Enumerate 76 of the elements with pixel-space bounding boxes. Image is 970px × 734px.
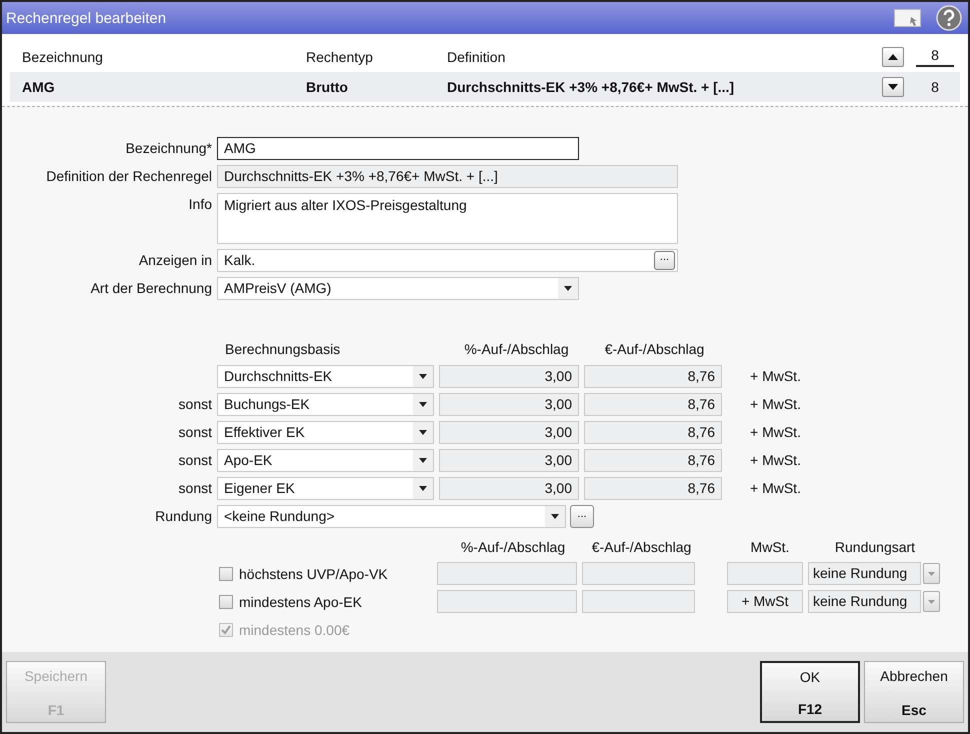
- amount-field[interactable]: 8,76: [584, 449, 722, 472]
- scroll-up-button[interactable]: [882, 47, 904, 67]
- vat-field[interactable]: [727, 562, 803, 585]
- definition-field: Durchschnitts-EK +3% +8,76€+ MwSt. + [...]: [217, 165, 678, 188]
- checkbox-label: mindestens Apo-EK: [239, 594, 363, 610]
- percent-field[interactable]: [437, 590, 577, 613]
- percent-field[interactable]: [437, 562, 577, 585]
- checkbox[interactable]: [219, 594, 233, 608]
- calculation-type-dropdown[interactable]: AMPreisV (AMG): [217, 277, 579, 300]
- percent-field[interactable]: 3,00: [439, 421, 579, 444]
- vat-label: + MwSt.: [750, 423, 801, 442]
- info-field[interactable]: Migriert aus alter IXOS-Preisgestaltung: [217, 193, 678, 244]
- browse-button[interactable]: ...: [654, 251, 675, 270]
- checkbox[interactable]: [219, 566, 233, 580]
- otherwise-label: sonst: [178, 480, 212, 496]
- column-header: €-Auf-/Abschlag: [592, 539, 692, 555]
- help-icon[interactable]: [936, 5, 962, 31]
- column-header: %-Auf-/Abschlag: [460, 539, 566, 555]
- up-arrow-icon: [888, 54, 898, 60]
- vat-label: + MwSt.: [750, 479, 801, 498]
- down-arrow-icon: [888, 84, 898, 90]
- name-field[interactable]: AMG: [217, 137, 579, 160]
- column-header: %-Auf-/Abschlag: [464, 341, 569, 357]
- field-label: Art der Berechnung: [90, 280, 212, 296]
- amount-field[interactable]: [582, 590, 695, 613]
- vat-label: + MwSt.: [750, 451, 801, 470]
- vat-label: + MwSt.: [750, 395, 801, 414]
- basis-dropdown[interactable]: Durchschnitts-EK: [217, 365, 434, 388]
- table-cell: Brutto: [306, 79, 348, 95]
- field-label: Info: [188, 196, 212, 212]
- amount-field[interactable]: [582, 562, 695, 585]
- amount-field[interactable]: 8,76: [584, 365, 722, 388]
- amount-field[interactable]: 8,76: [584, 477, 722, 500]
- percent-field[interactable]: 3,00: [439, 365, 579, 388]
- footer-button[interactable]: OK F12: [760, 661, 860, 723]
- rounding-type-dropdown[interactable]: keine Rundung: [808, 590, 921, 613]
- table-cell: Durchschnitts-EK +3% +8,76€+ MwSt. + [...]: [447, 79, 734, 95]
- percent-field[interactable]: 3,00: [439, 393, 579, 416]
- column-header: Berechnungsbasis: [225, 341, 340, 357]
- browse-button[interactable]: ...: [570, 505, 594, 528]
- otherwise-label: sonst: [178, 396, 212, 412]
- count-label: 8: [916, 47, 954, 67]
- footer-button[interactable]: Abbrechen Esc: [864, 661, 964, 723]
- basis-dropdown[interactable]: Buchungs-EK: [217, 393, 434, 416]
- rounding-type-dropdown[interactable]: keine Rundung: [808, 562, 921, 585]
- otherwise-label: sonst: [178, 424, 212, 440]
- vat-label: + MwSt.: [750, 367, 801, 386]
- scroll-down-button[interactable]: [882, 77, 904, 97]
- rounding-dropdown[interactable]: <keine Rundung>: [217, 505, 566, 528]
- vat-field[interactable]: + MwSt: [727, 590, 803, 613]
- field-label: Anzeigen in: [138, 252, 212, 268]
- column-header: Rundungsart: [834, 539, 916, 555]
- otherwise-label: sonst: [178, 452, 212, 468]
- table-row[interactable]: AMG Brutto Durchschnitts-EK +3% +8,76€+ MwSt. + [...] 8: [10, 72, 960, 102]
- percent-field[interactable]: 3,00: [439, 477, 579, 500]
- percent-field[interactable]: 3,00: [439, 449, 579, 472]
- field-label: Definition der Rechenregel: [46, 168, 212, 184]
- basis-dropdown[interactable]: Effektiver EK: [217, 421, 434, 444]
- window-icon[interactable]: [894, 8, 922, 28]
- column-header[interactable]: Definition: [447, 49, 506, 65]
- basis-dropdown[interactable]: Apo-EK: [217, 449, 434, 472]
- checkbox-label: höchstens UVP/Apo-VK: [239, 566, 389, 582]
- column-header: MwSt.: [750, 539, 790, 555]
- display-in-field[interactable]: Kalk. ...: [217, 249, 678, 272]
- amount-field[interactable]: 8,76: [584, 421, 722, 444]
- checkbox-label: mindestens 0.00€: [239, 622, 351, 638]
- column-header[interactable]: Rechentyp: [306, 49, 373, 65]
- field-label: Rundung: [155, 508, 212, 524]
- window-title: Rechenregel bearbeiten: [6, 10, 168, 26]
- count-label: 8: [930, 79, 940, 95]
- basis-dropdown[interactable]: Eigener EK: [217, 477, 434, 500]
- column-header[interactable]: Bezeichnung: [22, 49, 103, 65]
- field-label: Bezeichnung*: [126, 140, 212, 156]
- table-cell: AMG: [22, 79, 55, 95]
- column-header: €-Auf-/Abschlag: [604, 341, 704, 357]
- amount-field[interactable]: 8,76: [584, 393, 722, 416]
